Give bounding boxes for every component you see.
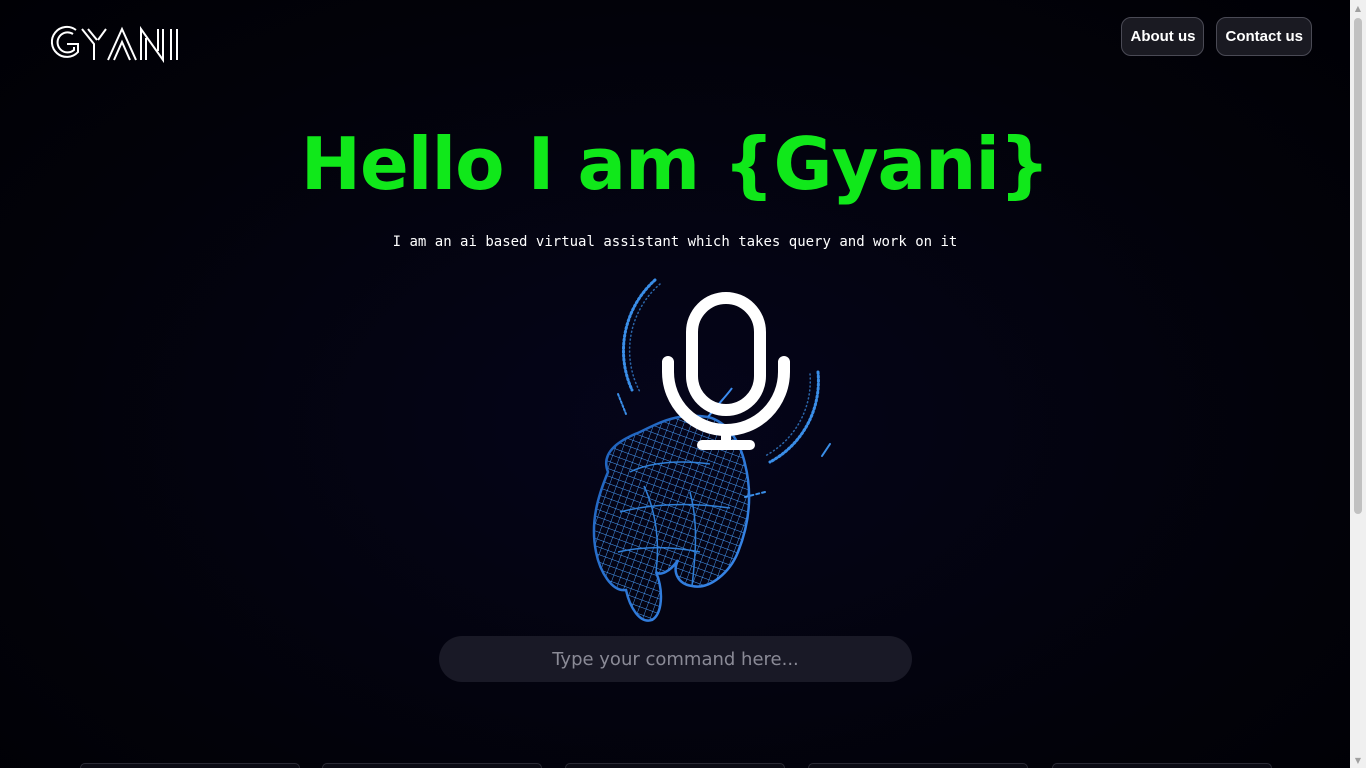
bottom-cards-peek — [0, 763, 1350, 768]
scrollbar-thumb[interactable] — [1354, 18, 1362, 514]
card-peek — [80, 763, 300, 768]
card-peek — [808, 763, 1028, 768]
card-peek — [1052, 763, 1272, 768]
scroll-up-arrow-icon[interactable]: ▲ — [1350, 0, 1366, 16]
voice-illustration[interactable] — [560, 272, 840, 624]
contact-us-button[interactable]: Contact us — [1216, 17, 1312, 56]
about-us-button[interactable]: About us — [1121, 17, 1205, 56]
vertical-scrollbar[interactable]: ▲ ▼ — [1350, 0, 1366, 768]
hand-microphone-art — [592, 278, 831, 622]
hero-subtitle: I am an ai based virtual assistant which… — [392, 234, 958, 250]
logo[interactable] — [50, 22, 186, 64]
hero-title: Hello I am {Gyani} — [300, 122, 1051, 206]
gyani-logo-icon — [50, 25, 178, 64]
wireframe-hand-icon — [592, 387, 751, 622]
command-input[interactable] — [439, 636, 912, 682]
card-peek — [322, 763, 542, 768]
page: About us Contact us Hello I am {Gyani} I… — [0, 0, 1350, 768]
top-nav: About us Contact us — [1121, 17, 1312, 56]
scroll-down-arrow-icon[interactable]: ▼ — [1350, 752, 1366, 768]
command-bar — [439, 636, 912, 682]
card-peek — [565, 763, 785, 768]
